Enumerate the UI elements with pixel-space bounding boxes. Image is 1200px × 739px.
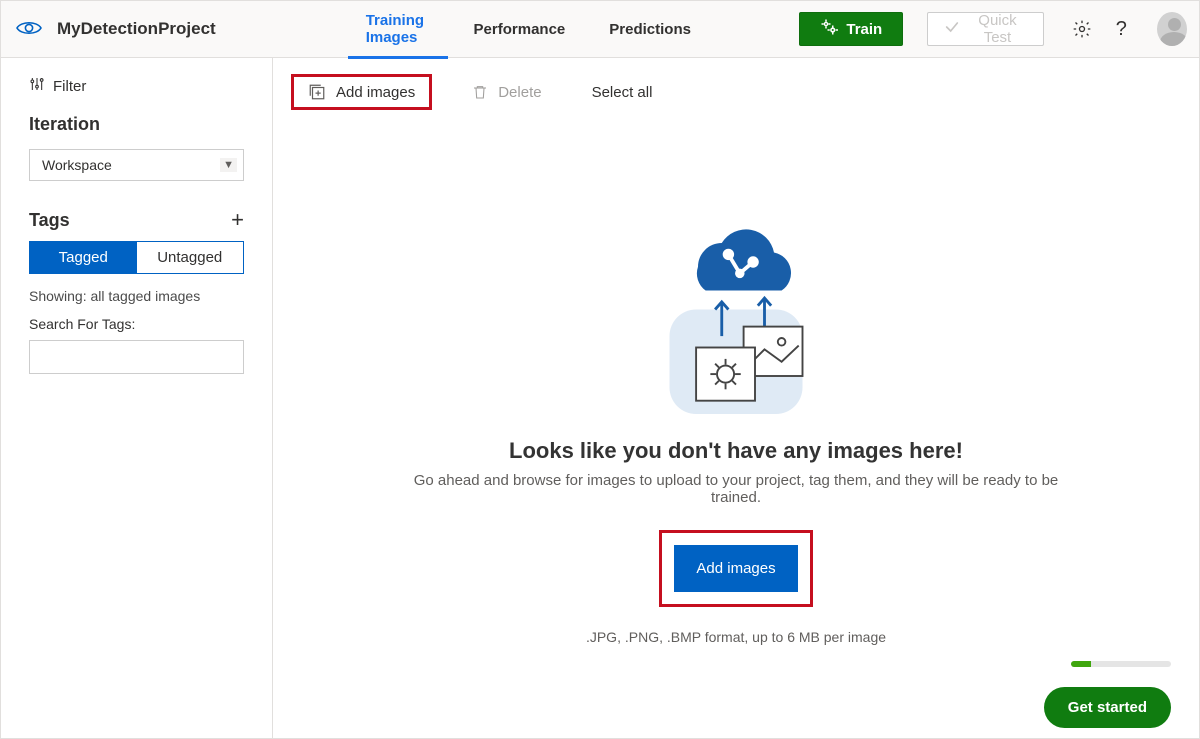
sliders-icon: [29, 76, 45, 96]
delete-toolbar-label: Delete: [498, 84, 541, 101]
onboarding-progress-fill: [1071, 661, 1091, 667]
trash-icon: [472, 84, 488, 100]
showing-text: Showing: all tagged images: [29, 288, 244, 304]
app-logo-icon: [15, 18, 43, 41]
tag-filter-toggle: Tagged Untagged: [29, 241, 244, 274]
add-images-toolbar-button[interactable]: Add images: [291, 74, 432, 110]
add-images-primary-button[interactable]: Add images: [674, 545, 797, 592]
tab-predictions[interactable]: Predictions: [587, 1, 713, 58]
format-hint: .JPG, .PNG, .BMP format, up to 6 MB per …: [586, 629, 886, 645]
header-bar: MyDetectionProject Training Images Perfo…: [1, 1, 1199, 58]
search-tags-label: Search For Tags:: [29, 316, 244, 332]
train-button[interactable]: Train: [799, 12, 903, 46]
empty-subtext: Go ahead and browse for images to upload…: [396, 472, 1076, 506]
filter-toggle[interactable]: Filter: [29, 76, 244, 96]
iteration-heading: Iteration: [29, 114, 244, 135]
sidebar: Filter Iteration Workspace ▼ Tags + Tagg…: [1, 58, 273, 738]
add-image-icon: [308, 83, 326, 101]
image-toolbar: Add images Delete Select all: [273, 58, 1199, 122]
select-all-label: Select all: [592, 84, 653, 101]
untagged-toggle[interactable]: Untagged: [137, 242, 244, 273]
add-images-toolbar-label: Add images: [336, 84, 415, 101]
empty-state-illustration: [641, 214, 831, 424]
tab-performance[interactable]: Performance: [452, 1, 588, 58]
tags-heading: Tags: [29, 210, 70, 231]
search-tags-input[interactable]: [29, 340, 244, 374]
onboarding-progress: [1071, 661, 1171, 667]
add-tag-icon[interactable]: +: [231, 209, 244, 231]
get-started-button[interactable]: Get started: [1044, 687, 1171, 728]
empty-state: Looks like you don't have any images her…: [273, 122, 1199, 738]
iteration-dropdown[interactable]: Workspace ▼: [29, 149, 244, 181]
tagged-toggle[interactable]: Tagged: [30, 242, 137, 273]
filter-label: Filter: [53, 78, 86, 95]
quick-test-button: Quick Test: [927, 12, 1044, 46]
gears-icon: [820, 18, 838, 40]
delete-toolbar-button: Delete: [458, 78, 555, 107]
bottom-right-stack: Get started: [1044, 661, 1171, 728]
nav-tabs: Training Images Performance Predictions: [344, 1, 713, 58]
check-icon: [944, 19, 960, 39]
chevron-down-icon: ▼: [220, 158, 237, 172]
empty-heading: Looks like you don't have any images her…: [509, 438, 963, 464]
iteration-selected: Workspace: [42, 157, 112, 173]
settings-icon[interactable]: [1066, 11, 1098, 47]
train-button-label: Train: [846, 21, 882, 38]
project-title: MyDetectionProject: [57, 19, 216, 39]
quick-test-label: Quick Test: [968, 12, 1027, 46]
main-panel: Add images Delete Select all: [273, 58, 1199, 738]
select-all-button[interactable]: Select all: [582, 78, 667, 107]
add-images-highlight-frame: Add images: [659, 530, 812, 607]
tab-training-images[interactable]: Training Images: [344, 1, 452, 58]
user-avatar[interactable]: [1157, 12, 1187, 46]
help-icon[interactable]: ?: [1105, 11, 1137, 47]
